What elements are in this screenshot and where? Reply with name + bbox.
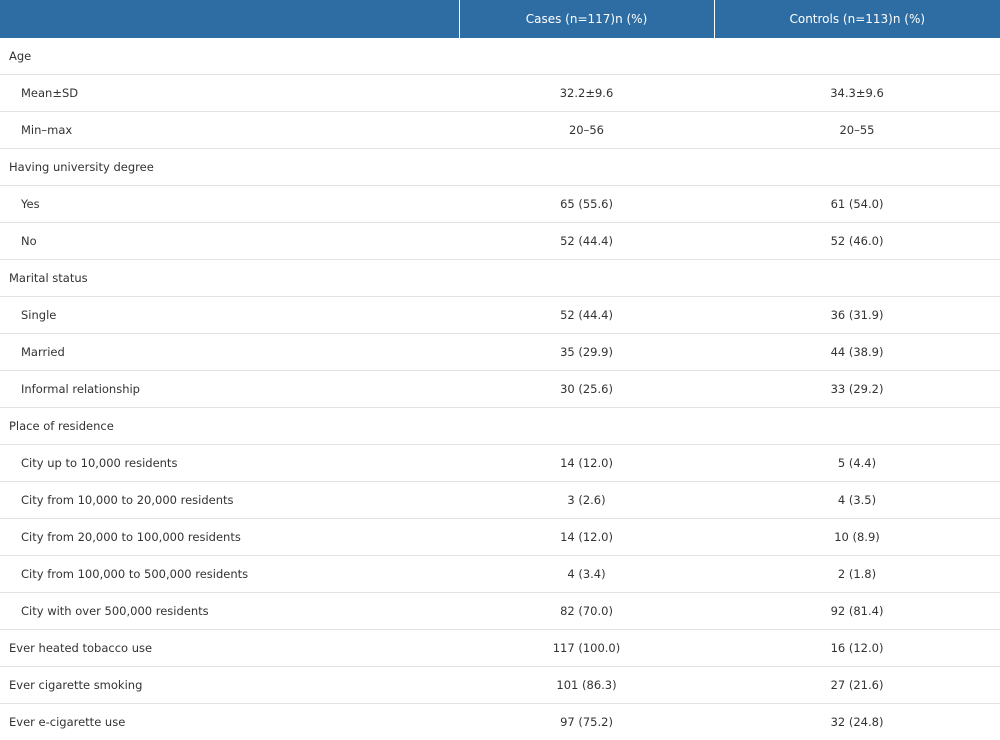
table-row: Informal relationship 30 (25.6) 33 (29.2…	[0, 371, 1000, 408]
row-label: Informal relationship	[0, 371, 459, 408]
row-label: No	[0, 223, 459, 260]
cases-value: 117 (100.0)	[459, 630, 714, 667]
row-label: Mean±SD	[0, 75, 459, 112]
controls-value: 5 (4.4)	[714, 445, 1000, 482]
table-row: Marital status	[0, 260, 1000, 297]
table-row: Single 52 (44.4) 36 (31.9)	[0, 297, 1000, 334]
row-label: City from 20,000 to 100,000 residents	[0, 519, 459, 556]
row-label: Married	[0, 334, 459, 371]
header-row: Cases (n=117)n (%) Controls (n=113)n (%)	[0, 0, 1000, 38]
cases-value: 14 (12.0)	[459, 519, 714, 556]
controls-value: 27 (21.6)	[714, 667, 1000, 704]
row-label: Age	[0, 38, 459, 75]
controls-value: 32 (24.8)	[714, 704, 1000, 740]
controls-value: 20–55	[714, 112, 1000, 149]
controls-value	[714, 38, 1000, 75]
controls-value: 34.3±9.6	[714, 75, 1000, 112]
cases-value: 4 (3.4)	[459, 556, 714, 593]
cases-value: 52 (44.4)	[459, 297, 714, 334]
table-row: Mean±SD 32.2±9.6 34.3±9.6	[0, 75, 1000, 112]
cases-value: 101 (86.3)	[459, 667, 714, 704]
controls-value: 92 (81.4)	[714, 593, 1000, 630]
cases-value	[459, 149, 714, 186]
controls-value: 4 (3.5)	[714, 482, 1000, 519]
header-controls: Controls (n=113)n (%)	[714, 0, 1000, 38]
table-row: City up to 10,000 residents 14 (12.0) 5 …	[0, 445, 1000, 482]
cases-value: 82 (70.0)	[459, 593, 714, 630]
controls-value: 44 (38.9)	[714, 334, 1000, 371]
row-label: Yes	[0, 186, 459, 223]
cases-value: 97 (75.2)	[459, 704, 714, 740]
table-row: Age	[0, 38, 1000, 75]
controls-value: 33 (29.2)	[714, 371, 1000, 408]
table-row: Ever cigarette smoking 101 (86.3) 27 (21…	[0, 667, 1000, 704]
table-row: City with over 500,000 residents 82 (70.…	[0, 593, 1000, 630]
controls-value: 10 (8.9)	[714, 519, 1000, 556]
cases-value: 20–56	[459, 112, 714, 149]
controls-value: 16 (12.0)	[714, 630, 1000, 667]
row-label: City up to 10,000 residents	[0, 445, 459, 482]
row-label: Place of residence	[0, 408, 459, 445]
row-label: Single	[0, 297, 459, 334]
table-row: Having university degree	[0, 149, 1000, 186]
table-row: Place of residence	[0, 408, 1000, 445]
row-label: City from 10,000 to 20,000 residents	[0, 482, 459, 519]
cases-value: 35 (29.9)	[459, 334, 714, 371]
table-row: City from 10,000 to 20,000 residents 3 (…	[0, 482, 1000, 519]
controls-value: 52 (46.0)	[714, 223, 1000, 260]
table-row: Ever e-cigarette use 97 (75.2) 32 (24.8)	[0, 704, 1000, 740]
table-row: City from 20,000 to 100,000 residents 14…	[0, 519, 1000, 556]
row-label: Min–max	[0, 112, 459, 149]
header-cases: Cases (n=117)n (%)	[459, 0, 714, 38]
cases-value: 14 (12.0)	[459, 445, 714, 482]
controls-value	[714, 149, 1000, 186]
header-variable	[0, 0, 459, 38]
row-label: City from 100,000 to 500,000 residents	[0, 556, 459, 593]
table-row: Min–max 20–56 20–55	[0, 112, 1000, 149]
controls-value: 36 (31.9)	[714, 297, 1000, 334]
table-row: Ever heated tobacco use 117 (100.0) 16 (…	[0, 630, 1000, 667]
table-row: No 52 (44.4) 52 (46.0)	[0, 223, 1000, 260]
controls-value: 61 (54.0)	[714, 186, 1000, 223]
cases-value	[459, 38, 714, 75]
cases-value: 3 (2.6)	[459, 482, 714, 519]
controls-value	[714, 260, 1000, 297]
cases-value	[459, 408, 714, 445]
row-label: City with over 500,000 residents	[0, 593, 459, 630]
cases-value: 30 (25.6)	[459, 371, 714, 408]
row-label: Having university degree	[0, 149, 459, 186]
row-label: Marital status	[0, 260, 459, 297]
table-row: Yes 65 (55.6) 61 (54.0)	[0, 186, 1000, 223]
cases-value	[459, 260, 714, 297]
cases-value: 65 (55.6)	[459, 186, 714, 223]
cases-value: 52 (44.4)	[459, 223, 714, 260]
cases-value: 32.2±9.6	[459, 75, 714, 112]
controls-value: 2 (1.8)	[714, 556, 1000, 593]
controls-value	[714, 408, 1000, 445]
row-label: Ever cigarette smoking	[0, 667, 459, 704]
characteristics-table: Cases (n=117)n (%) Controls (n=113)n (%)…	[0, 0, 1000, 740]
table-row: Married 35 (29.9) 44 (38.9)	[0, 334, 1000, 371]
table-row: City from 100,000 to 500,000 residents 4…	[0, 556, 1000, 593]
row-label: Ever heated tobacco use	[0, 630, 459, 667]
row-label: Ever e-cigarette use	[0, 704, 459, 740]
